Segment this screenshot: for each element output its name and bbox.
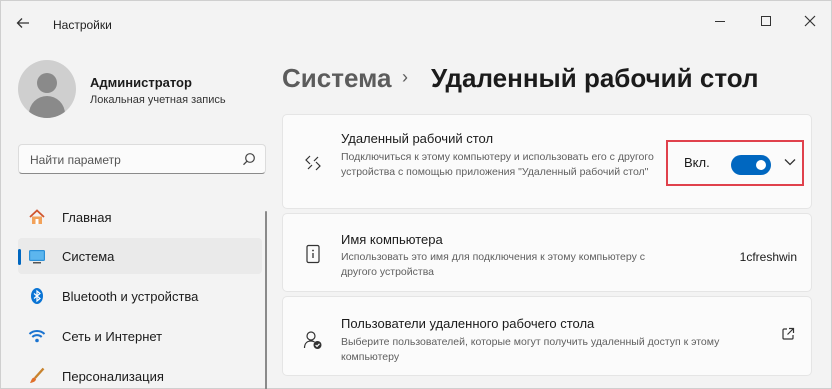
toggle-state-label: Вкл. xyxy=(684,155,710,170)
title-bar: Настройки xyxy=(1,1,831,45)
remote-desktop-card[interactable]: Удаленный рабочий стол Подключиться к эт… xyxy=(282,114,812,209)
avatar-body-shape xyxy=(29,96,65,118)
close-icon xyxy=(804,15,816,27)
minimize-button[interactable] xyxy=(697,9,743,33)
breadcrumb-parent[interactable]: Система xyxy=(282,63,391,94)
sidebar-item-bluetooth[interactable]: Bluetooth и устройства xyxy=(18,278,262,314)
wifi-icon xyxy=(28,330,46,343)
page-title: Удаленный рабочий стол xyxy=(431,63,759,93)
system-icon xyxy=(29,250,45,264)
chevron-down-icon[interactable] xyxy=(783,155,797,169)
maximize-button[interactable] xyxy=(743,9,789,33)
sidebar-item-label: Персонализация xyxy=(62,369,164,384)
sidebar-item-home[interactable]: Главная xyxy=(18,199,262,235)
back-button[interactable] xyxy=(15,15,35,35)
avatar-head-shape xyxy=(37,73,57,93)
pc-name-card: Имя компьютера Использовать это имя для … xyxy=(282,213,812,292)
home-icon xyxy=(29,209,45,224)
back-arrow-icon xyxy=(16,18,29,28)
remote-desktop-title: Удаленный рабочий стол xyxy=(341,131,494,146)
search-placeholder: Найти параметр xyxy=(30,153,121,167)
remote-desktop-description: Подключиться к этому компьютеру и исполь… xyxy=(341,151,654,178)
pc-name-description: Использовать это имя для подключения к э… xyxy=(341,251,646,278)
remote-users-title: Пользователи удаленного рабочего стола xyxy=(341,316,595,331)
sidebar-item-network[interactable]: Сеть и Интернет xyxy=(18,318,262,354)
active-indicator xyxy=(18,249,21,265)
app-title: Настройки xyxy=(53,18,112,32)
brush-icon xyxy=(30,367,45,383)
minimize-icon xyxy=(715,20,725,22)
remote-desktop-icon xyxy=(305,155,321,171)
avatar[interactable] xyxy=(18,60,76,118)
sidebar-item-system[interactable]: Система xyxy=(18,238,262,274)
search-icon xyxy=(243,153,255,166)
close-button[interactable] xyxy=(787,9,832,33)
sidebar-item-label: Система xyxy=(62,249,115,264)
sidebar-item-label: Главная xyxy=(62,210,112,225)
sidebar-scrollbar[interactable] xyxy=(265,211,267,389)
user-name: Администратор xyxy=(90,75,192,90)
breadcrumb-separator: › xyxy=(402,67,408,87)
remote-desktop-toggle[interactable] xyxy=(731,155,771,175)
remote-users-description: Выберите пользователей, которые могут по… xyxy=(341,336,720,363)
maximize-icon xyxy=(761,16,771,26)
pc-name-title: Имя компьютера xyxy=(341,232,443,247)
account-type: Локальная учетная запись xyxy=(90,94,226,106)
pc-name-icon xyxy=(306,244,320,264)
search-input[interactable]: Найти параметр xyxy=(18,144,266,174)
sidebar-item-personalization[interactable]: Персонализация xyxy=(18,358,262,389)
toggle-knob xyxy=(756,160,766,170)
remote-users-card[interactable]: Пользователи удаленного рабочего стола В… xyxy=(282,296,812,376)
sidebar-item-label: Сеть и Интернет xyxy=(62,329,163,344)
toggle-highlight-box: Вкл. xyxy=(666,140,804,186)
external-link-icon[interactable] xyxy=(781,327,795,341)
bluetooth-icon xyxy=(31,288,43,304)
users-icon xyxy=(303,331,322,349)
pc-name-value: 1cfreshwin xyxy=(739,250,797,264)
sidebar-item-label: Bluetooth и устройства xyxy=(62,289,199,304)
